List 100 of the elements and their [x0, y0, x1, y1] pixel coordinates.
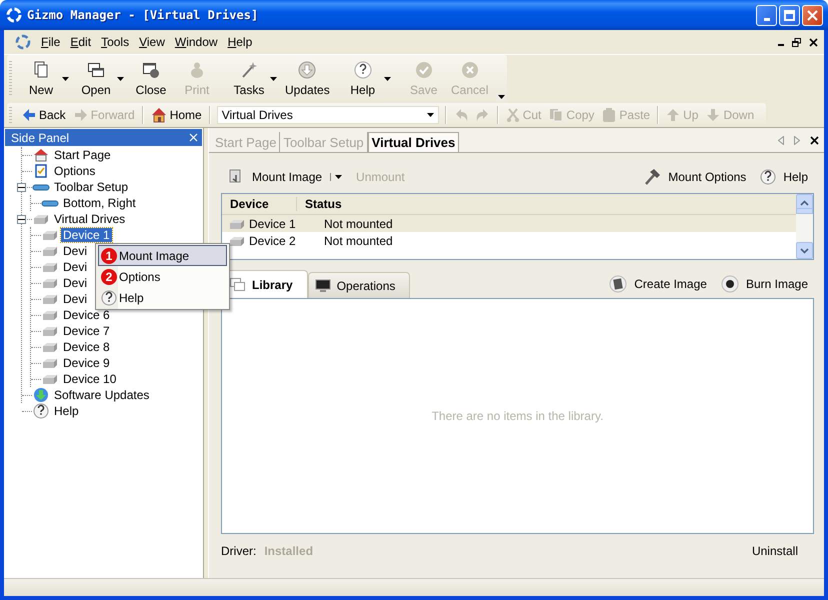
tree-item[interactable]: Bottom, Right: [61, 196, 138, 210]
menu-item[interactable]: Help: [222, 33, 258, 51]
download-icon: [298, 61, 316, 79]
minus-icon: [18, 216, 25, 223]
minus-icon: [18, 184, 25, 191]
toolbar-button[interactable]: Close: [128, 58, 174, 100]
menu-item[interactable]: Tools: [96, 33, 134, 51]
tree-item[interactable]: Help: [52, 404, 81, 418]
maximize-button[interactable]: [779, 4, 800, 26]
toolbar-button[interactable]: Back: [18, 106, 70, 124]
down-chevron-icon: [800, 248, 809, 254]
tree-item[interactable]: Device 1: [61, 228, 112, 242]
menu-item[interactable]: File: [36, 33, 66, 51]
uninstall-button[interactable]: Uninstall: [752, 544, 798, 558]
tree-item[interactable]: Start Page: [52, 148, 113, 162]
window-title: Gizmo Manager - [Virtual Drives]: [27, 8, 260, 22]
toolbar-button[interactable]: Open: [73, 58, 128, 100]
monitor-icon: [314, 278, 331, 292]
minimize-icon: [764, 18, 770, 20]
drive-icon: [41, 341, 59, 353]
help-icon: [33, 403, 49, 419]
drive-icon: [41, 261, 59, 273]
forward-arrow-icon: [74, 108, 88, 122]
table-cell: Not mounted: [324, 234, 393, 248]
tree-item[interactable]: Device 8: [61, 340, 112, 354]
overflow-button[interactable]: [496, 93, 507, 101]
tree-item[interactable]: Virtual Drives: [52, 212, 128, 226]
tree-item[interactable]: Devi: [61, 292, 90, 306]
column-header[interactable]: Device: [222, 197, 297, 211]
copy-icon: [549, 108, 564, 122]
drive-icon: [41, 373, 59, 385]
scroll-down-button[interactable]: [796, 242, 813, 259]
action-button[interactable]: Burn Image: [716, 273, 812, 295]
clipboard-icon: [602, 108, 616, 122]
tree-item[interactable]: Device 7: [61, 324, 112, 338]
close-button[interactable]: [807, 38, 820, 46]
action-button[interactable]: Mount Options: [639, 166, 750, 188]
menu-item[interactable]: 1 Mount Image: [98, 245, 227, 266]
scroll-thumb[interactable]: [796, 208, 813, 214]
drive-icon: [228, 234, 246, 246]
action-button[interactable]: Mount Image: [223, 166, 326, 188]
document-check-icon: [33, 164, 49, 178]
drive-icon: [32, 213, 50, 225]
drive-icon: [41, 325, 59, 337]
close-icon: [807, 10, 818, 20]
drive-icon: [228, 218, 246, 230]
grip-handle[interactable]: [9, 61, 12, 97]
table-cell-text: Device 2: [249, 234, 297, 248]
drive-icon: [41, 229, 59, 241]
globe-download-icon: [33, 387, 49, 403]
tree-item[interactable]: Devi: [61, 244, 90, 258]
expander-button[interactable]: [17, 215, 26, 224]
panel-title: Side Panel: [11, 130, 70, 144]
up-arrow-icon: [666, 108, 680, 122]
caret-icon: [335, 175, 342, 179]
menu-item[interactable]: Edit: [65, 33, 96, 51]
help-icon: [101, 290, 117, 306]
wand-icon: [240, 61, 258, 79]
column-header[interactable]: Status: [297, 197, 342, 211]
list-row[interactable]: Device 1 Not mounted: [222, 215, 796, 232]
caret-icon: [498, 95, 505, 99]
tree-item[interactable]: Toolbar Setup: [52, 180, 130, 194]
menu-item[interactable]: Window: [170, 33, 223, 51]
tree-item[interactable]: Device 9: [61, 356, 112, 370]
grip-handle[interactable]: [9, 107, 12, 123]
tree-item[interactable]: Devi: [61, 260, 90, 274]
toolbar-button[interactable]: New: [18, 58, 73, 100]
tab[interactable]: Virtual Drives: [368, 132, 460, 152]
action-button[interactable]: Help: [756, 167, 812, 187]
menu-item[interactable]: View: [134, 33, 170, 51]
up-chevron-icon: [800, 200, 809, 206]
toolbar-button[interactable]: Tasks: [226, 58, 281, 100]
disc-icon: [720, 275, 739, 293]
tree-item[interactable]: Devi: [61, 276, 90, 290]
drive-icon: [41, 309, 59, 321]
drive-icon: [41, 357, 59, 369]
documents-icon: [32, 61, 50, 79]
driver-status: Installed: [264, 544, 314, 558]
table-cell: Not mounted: [324, 216, 393, 230]
restore-button[interactable]: [790, 38, 803, 46]
expander-button[interactable]: [17, 183, 26, 192]
tab[interactable]: Operations: [308, 272, 410, 298]
tree-item[interactable]: Software Updates: [52, 388, 152, 402]
house-icon: [33, 148, 49, 162]
number-badge: 1: [101, 248, 117, 264]
toolbar-button[interactable]: Updates: [281, 58, 334, 100]
address-field[interactable]: Virtual Drives: [216, 106, 439, 124]
restore-icon: [792, 38, 801, 46]
windows-icon: [230, 278, 246, 292]
back-arrow-icon: [22, 108, 36, 122]
toolbar-button[interactable]: Help: [340, 58, 395, 100]
toolbar-button[interactable]: Home: [146, 105, 206, 125]
scrollbar[interactable]: [796, 194, 813, 259]
action-button[interactable]: Create Image: [605, 273, 711, 295]
down-arrow-icon: [706, 108, 720, 122]
app-icon: [14, 33, 32, 51]
redo-icon: [476, 108, 490, 122]
tree-item[interactable]: Device 10: [61, 372, 118, 386]
tree-item[interactable]: Options: [52, 164, 98, 178]
tree-item[interactable]: Device 6: [61, 308, 112, 322]
